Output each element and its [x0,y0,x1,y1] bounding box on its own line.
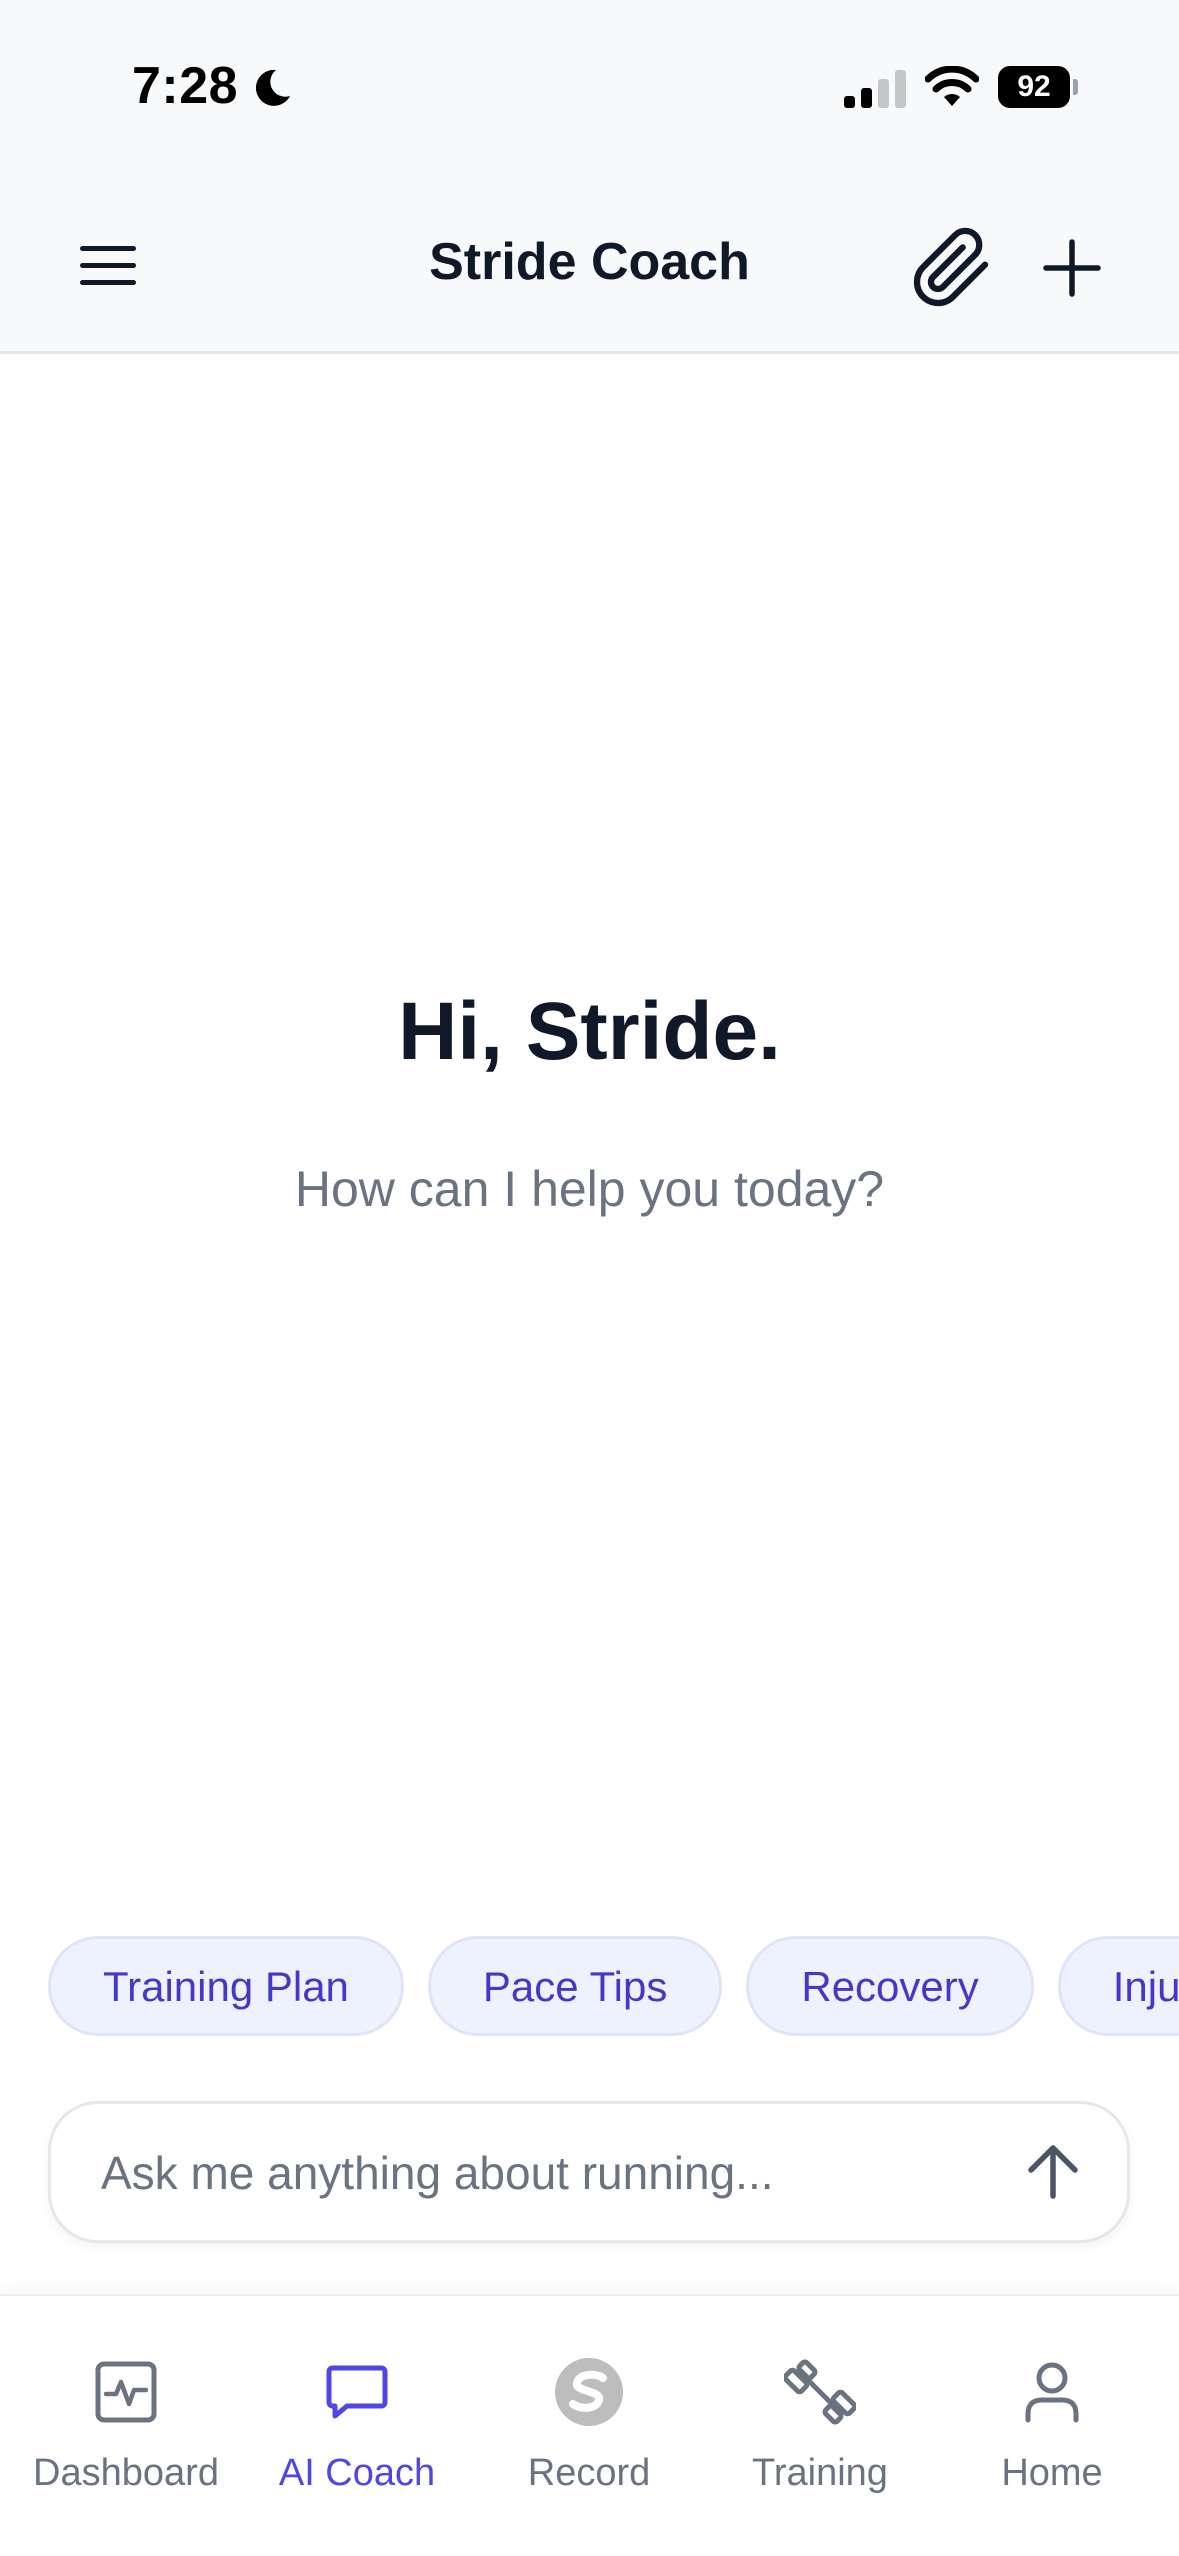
menu-button[interactable] [66,230,150,302]
attach-button[interactable] [910,226,994,310]
tab-training[interactable]: Training [704,2356,936,2516]
paperclip-icon [913,227,989,307]
chat-icon [326,2365,388,2419]
wifi-icon [925,66,979,106]
tab-home-label: Home [1001,2452,1103,2494]
record-logo-icon [555,2358,623,2426]
tab-ai-coach-label: AI Coach [278,2452,436,2494]
tab-ai-coach[interactable]: AI Coach [241,2356,473,2516]
tab-dashboard[interactable]: Dashboard [10,2356,242,2516]
new-chat-button[interactable] [1030,226,1114,310]
bottom-tab-bar: Dashboard AI Coach Record Training Home [0,2294,1179,2556]
dumbbell-icon [784,2359,856,2425]
tab-home[interactable]: Home [936,2356,1168,2516]
tab-training-label: Training [752,2452,888,2494]
tab-record-label: Record [527,2452,651,2494]
message-composer [48,2101,1130,2243]
battery-level: 92 [998,66,1070,108]
moon-icon [255,69,290,106]
chip-recovery[interactable]: Recovery [746,1936,1034,2036]
status-time: 7:28 [132,57,239,115]
chip-pace-tips[interactable]: Pace Tips [427,1936,723,2036]
top-area: 7:28 92 Stride Coach [0,0,1179,354]
chip-training-plan[interactable]: Training Plan [48,1936,404,2036]
user-icon [1025,2362,1079,2423]
battery-indicator: 92 [998,66,1078,108]
send-button[interactable] [1011,2130,1095,2214]
tab-dashboard-label: Dashboard [33,2452,219,2494]
plus-icon [1043,239,1101,297]
greeting-subtitle: How can I help you today? [294,1161,885,1217]
app-title: Stride Coach [429,233,750,291]
chip-injury-prevention[interactable]: Injury Prevention [1057,1936,1179,2036]
activity-icon [95,2361,157,2423]
suggestion-chips: Training Plan Pace Tips Recovery Injury … [48,1936,1179,2040]
cellular-signal-icon [844,70,906,108]
greeting-heading: Hi, Stride. [398,986,781,1077]
battery-cap [1073,79,1078,95]
message-input[interactable] [99,2104,983,2242]
tab-record[interactable]: Record [473,2356,705,2516]
hamburger-menu-icon [80,246,136,285]
arrow-up-icon [1028,2145,1078,2199]
